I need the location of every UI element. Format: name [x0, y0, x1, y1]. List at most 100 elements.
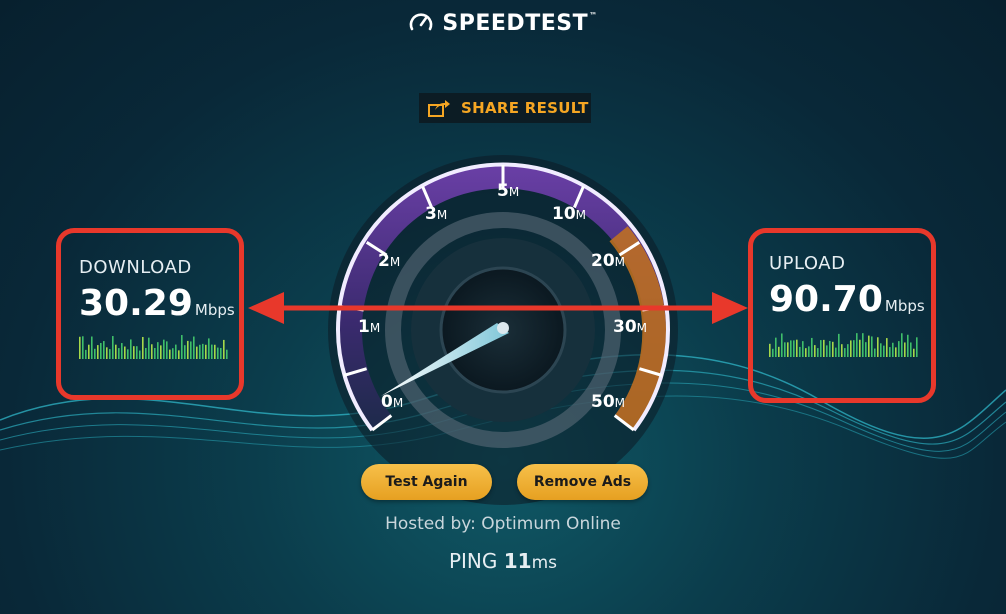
sparkline-bar — [868, 335, 870, 357]
sparkline-bar — [790, 340, 792, 357]
sparkline-bar — [907, 334, 909, 357]
sparkline-bar — [883, 345, 885, 357]
sparkline-bar — [100, 342, 102, 359]
share-result-label: SHARE RESULT — [461, 99, 589, 117]
sparkline-bar — [859, 339, 861, 357]
sparkline-bar — [916, 337, 918, 357]
sparkline-bar — [844, 348, 846, 357]
download-panel: DOWNLOAD 30.29 Mbps — [56, 228, 244, 400]
sparkline-bar — [184, 345, 186, 359]
sparkline-bar — [103, 341, 105, 359]
sparkline-bar — [820, 340, 822, 357]
sparkline-bar — [160, 345, 162, 359]
sparkline-bar — [199, 344, 201, 359]
sparkline-bar — [220, 348, 222, 359]
sparkline-bar — [169, 349, 171, 359]
sparkline-bar — [151, 344, 153, 359]
sparkline-bar — [832, 341, 834, 357]
sparkline-bar — [784, 342, 786, 357]
upload-panel: UPLOAD 90.70 Mbps — [748, 228, 936, 403]
sparkline-bar — [910, 342, 912, 357]
sparkline-bar — [178, 350, 180, 359]
sparkline-bar — [88, 344, 90, 359]
sparkline-bar — [97, 345, 99, 359]
test-again-button[interactable]: Test Again — [361, 464, 492, 500]
sparkline-bar — [85, 349, 87, 359]
sparkline-bar — [817, 348, 819, 357]
sparkline-bar — [154, 348, 156, 359]
sparkline-bar — [892, 342, 894, 357]
sparkline-bar — [913, 348, 915, 357]
download-speed: 30.29 Mbps — [79, 283, 235, 324]
sparkline-bar — [190, 341, 192, 359]
sparkline-bar — [802, 341, 804, 357]
download-title: DOWNLOAD — [79, 257, 192, 278]
share-result-button[interactable]: SHARE RESULT — [419, 93, 591, 123]
hosted-by-text: Hosted by: Optimum Online — [385, 514, 621, 534]
sparkline-bar — [835, 347, 837, 357]
sparkline-bar — [115, 344, 117, 359]
sparkline-bar — [217, 347, 219, 359]
sparkline-bar — [904, 342, 906, 357]
sparkline-bar — [142, 336, 144, 359]
sparkline-bar — [163, 339, 165, 359]
sparkline-bar — [196, 346, 198, 359]
sparkline-bar — [133, 346, 135, 359]
ping-value: 11 — [503, 549, 532, 573]
sparkline-bar — [871, 336, 873, 357]
sparkline-bar — [895, 347, 897, 357]
sparkline-bar — [775, 337, 777, 357]
sparkline-bar — [124, 346, 126, 359]
sparkline-bar — [847, 344, 849, 357]
app-header: SPEEDTEST™ — [0, 10, 1006, 40]
sparkline-bar — [172, 348, 174, 359]
sparkline-bar — [823, 339, 825, 357]
sparkline-bar — [175, 344, 177, 359]
sparkline-bar — [799, 346, 801, 357]
sparkline-bar — [181, 335, 183, 359]
sparkline-bar — [157, 342, 159, 359]
sparkline-bar — [106, 347, 108, 359]
sparkline-bar — [139, 350, 141, 359]
ping-label: PING — [448, 549, 498, 573]
sparkline-bar — [166, 341, 168, 359]
sparkline-bar — [121, 343, 123, 359]
upload-unit: Mbps — [884, 297, 925, 315]
sparkline-bar — [136, 346, 138, 359]
sparkline-bar — [874, 348, 876, 357]
sparkline-bar — [145, 347, 147, 359]
ping-readout: PING 11ms — [0, 549, 1006, 573]
upload-sparkline — [769, 333, 918, 357]
sparkline-bar — [193, 336, 195, 359]
sparkline-bar — [862, 333, 864, 357]
sparkline-bar — [214, 344, 216, 359]
sparkline-bar — [877, 337, 879, 357]
sparkline-bar — [856, 333, 858, 357]
sparkline-bar — [223, 339, 225, 359]
sparkline-bar — [886, 338, 888, 357]
sparkline-bar — [901, 333, 903, 357]
sparkline-bar — [850, 340, 852, 357]
sparkline-bar — [205, 344, 207, 359]
remove-ads-button[interactable]: Remove Ads — [517, 464, 648, 500]
sparkline-bar — [112, 336, 114, 359]
gauge-icon — [410, 13, 433, 31]
sparkline-bar — [805, 348, 807, 357]
sparkline-bar — [82, 336, 84, 359]
sparkline-bar — [187, 340, 189, 359]
sparkline-bar — [814, 345, 816, 357]
sparkline-bar — [838, 333, 840, 357]
sparkline-bar — [898, 341, 900, 357]
sparkline-bar — [208, 338, 210, 359]
sparkline-bar — [808, 346, 810, 357]
sparkline-bar — [94, 348, 96, 359]
sparkline-bar — [865, 342, 867, 357]
sparkline-bar — [79, 336, 81, 359]
download-sparkline — [79, 335, 228, 359]
sparkline-bar — [130, 339, 132, 359]
sparkline-bar — [109, 349, 111, 359]
sparkline-bar — [811, 337, 813, 357]
sparkline-bar — [769, 343, 771, 357]
upload-speed: 90.70 Mbps — [769, 279, 925, 320]
sparkline-bar — [787, 342, 789, 357]
